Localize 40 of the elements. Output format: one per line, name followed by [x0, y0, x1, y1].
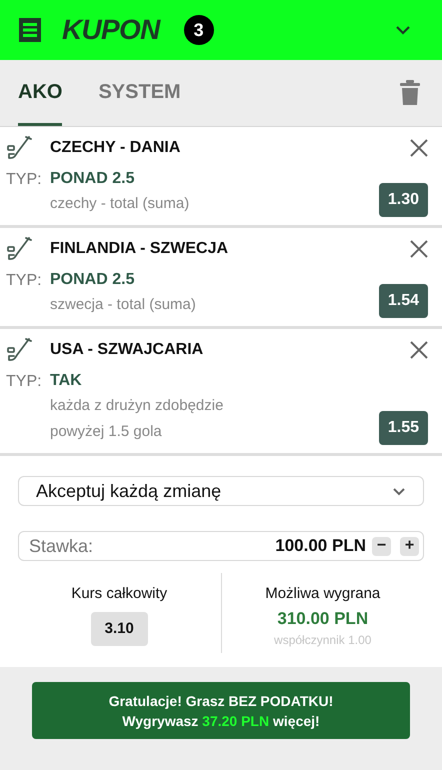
chevron-icon — [394, 24, 412, 36]
match-name: FINLANDIA - SZWECJA — [50, 239, 230, 259]
match-name: CZECHY - DANIA — [50, 138, 182, 158]
hockey-stick-icon — [6, 135, 32, 161]
close-icon — [410, 139, 428, 157]
bet-pick: PONAD 2.5 — [50, 169, 136, 189]
match-name: USA - SZWAJCARIA — [50, 340, 204, 360]
factor-text: współczynnik 1.00 — [274, 632, 372, 649]
hockey-stick-icon — [6, 337, 32, 363]
total-odds-value: 3.10 — [90, 612, 148, 646]
count-badge: 3 — [184, 15, 214, 45]
total-odds-label: Kurs całkowity — [71, 584, 168, 604]
trash-icon — [400, 80, 420, 106]
odds-badge: 1.55 — [378, 411, 428, 445]
chevron-icon — [392, 486, 406, 496]
decrease-button[interactable]: − — [372, 536, 391, 556]
type-label: TYP: — [6, 372, 43, 392]
tab[interactable]: SYSTEM — [98, 60, 181, 126]
odds-badge: 1.54 — [378, 284, 428, 318]
promo-message: Gratulacje! Grasz BEZ PODATKU! Wygrywasz 37.20 PLN więcej! — [108, 692, 334, 730]
type-label: TYP: — [6, 271, 43, 291]
receipt-icon — [18, 17, 42, 43]
stake-value: 100.00 PLN — [275, 535, 366, 558]
bet-pick: TAK — [50, 371, 83, 391]
possible-win-label: Możliwa wygrana — [265, 584, 380, 604]
close-icon — [410, 341, 428, 359]
hockey-stick-icon — [6, 236, 32, 262]
type-label: TYP: — [6, 170, 43, 190]
market-name: każda z drużyn zdobędzie powyżej 1.5 gola — [50, 396, 224, 442]
market-name: czechy - total (suma) — [50, 194, 190, 214]
bet-pick: PONAD 2.5 — [50, 270, 136, 290]
market-name: szwecja - total (suma) — [50, 295, 197, 315]
odds-change-select[interactable]: Akceptuj każdą zmianę — [18, 476, 424, 506]
close-icon — [410, 240, 428, 258]
increase-button[interactable]: + — [400, 536, 419, 556]
stake-label: Stawka: — [29, 534, 94, 558]
header-title: KUPON — [62, 13, 160, 47]
stake-field[interactable]: Stawka: 100.00 PLN − + — [18, 531, 424, 561]
odds-badge: 1.30 — [378, 183, 428, 217]
possible-win-value: 310.00 PLN — [277, 608, 368, 630]
